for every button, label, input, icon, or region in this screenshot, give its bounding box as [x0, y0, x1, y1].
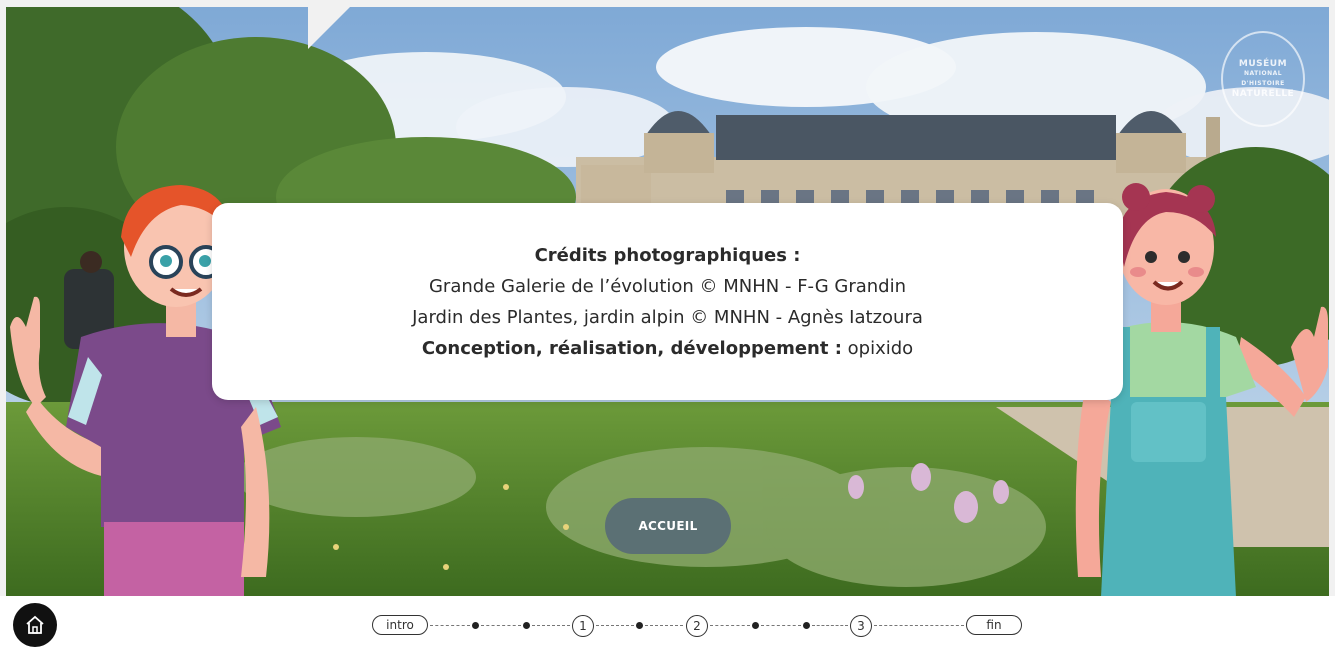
step-3[interactable]: 3 [850, 615, 872, 637]
conception-label: Conception, réalisation, développement : [421, 337, 842, 359]
home-icon [26, 615, 44, 634]
progress-bar: intro 1 2 3 fin [0, 596, 1335, 651]
credits-line-conception: Conception, réalisation, développement :… [422, 333, 913, 364]
step-connector [481, 625, 521, 626]
step-dot[interactable] [472, 622, 479, 629]
step-dot[interactable] [803, 622, 810, 629]
step-connector [710, 625, 750, 626]
step-dot[interactable] [636, 622, 643, 629]
conception-value: opixido [841, 337, 914, 359]
step-connector [874, 625, 964, 626]
step-2[interactable]: 2 [686, 615, 708, 637]
step-dot[interactable] [523, 622, 530, 629]
step-connector [596, 625, 634, 626]
credits-panel: Crédits photographiques : Grande Galerie… [212, 203, 1123, 400]
background-scene: MUSÉUM NATIONAL D'HISTOIRE NATURELLE Cré… [6, 7, 1329, 596]
step-1[interactable]: 1 [572, 615, 594, 637]
speech-notch [308, 7, 350, 49]
home-button[interactable] [13, 603, 57, 647]
credits-line-galerie: Grande Galerie de l’évolution © MNHN - F… [428, 275, 906, 297]
step-connector [645, 625, 683, 626]
credits-title: Crédits photographiques : [534, 244, 801, 266]
step-connector [812, 625, 848, 626]
step-intro[interactable]: intro [372, 615, 428, 635]
museum-logo: MUSÉUM NATIONAL D'HISTOIRE NATURELLE [1221, 31, 1305, 127]
step-connector [532, 625, 570, 626]
step-dot[interactable] [752, 622, 759, 629]
step-connector [430, 625, 470, 626]
accueil-button[interactable]: ACCUEIL [605, 498, 731, 554]
step-connector [761, 625, 801, 626]
credits-line-jardin: Jardin des Plantes, jardin alpin © MNHN … [412, 306, 923, 328]
step-fin[interactable]: fin [966, 615, 1022, 635]
